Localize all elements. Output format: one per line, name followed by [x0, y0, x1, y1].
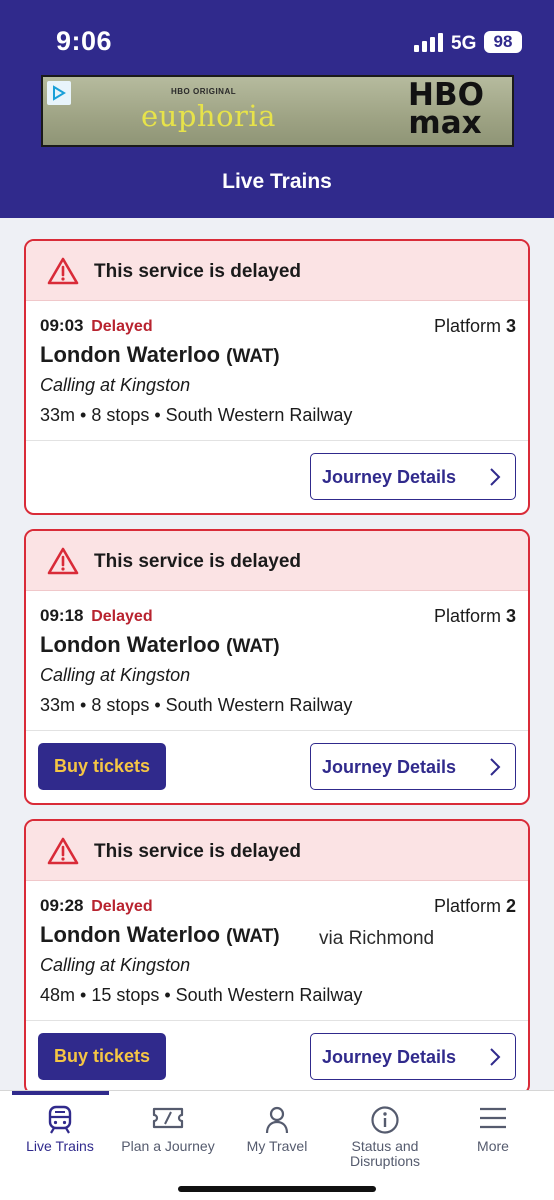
- departure-time: 09:03: [40, 316, 84, 335]
- battery-icon: 98: [484, 31, 522, 53]
- service-card: This service is delayed 09:28 Delayed Pl…: [24, 819, 530, 1095]
- chevron-right-icon: [490, 1048, 501, 1066]
- card-actions: Buy tickets Journey Details: [26, 1021, 528, 1093]
- ad-choices-icon[interactable]: [47, 81, 71, 105]
- warning-icon: [47, 257, 79, 285]
- journey-details-label: Journey Details: [322, 757, 457, 777]
- station-code: (WAT): [226, 636, 280, 657]
- tab-label: More: [477, 1138, 509, 1154]
- ad-small-text: HBO ORIGINAL: [171, 87, 237, 96]
- platform-label: Platform: [433, 606, 501, 626]
- chevron-right-icon: [490, 468, 501, 486]
- tab-label: Plan a Journey: [121, 1138, 215, 1154]
- journey-details-button[interactable]: Journey Details: [310, 743, 516, 790]
- journey-details-button[interactable]: Journey Details: [310, 1033, 516, 1080]
- departure-row: 09:28 Delayed: [40, 896, 153, 916]
- ad-show-title: euphoria: [141, 99, 276, 133]
- destination: London Waterloo (WAT): [40, 632, 280, 658]
- delay-banner-text: This service is delayed: [94, 551, 302, 572]
- via-station: via Richmond: [319, 928, 435, 949]
- destination: London Waterloo (WAT): [40, 922, 280, 948]
- platform: Platform 3: [434, 606, 516, 627]
- train-icon: [48, 1105, 72, 1134]
- departure-row: 09:18 Delayed: [40, 606, 153, 626]
- journey-details-button[interactable]: Journey Details: [310, 453, 516, 500]
- status-delayed: Delayed: [91, 898, 153, 915]
- destination: London Waterloo (WAT): [40, 342, 280, 368]
- status-delayed: Delayed: [91, 608, 153, 625]
- service-info[interactable]: 09:18 Delayed Platform 3 London Waterloo…: [26, 591, 528, 731]
- journey-details-label: Journey Details: [322, 467, 457, 487]
- person-icon: [265, 1106, 289, 1134]
- destination-name: London Waterloo: [40, 632, 221, 657]
- card-actions: Buy tickets Journey Details: [26, 731, 528, 803]
- ad-logo-line2: max: [408, 105, 482, 141]
- departure-row: 09:03 Delayed: [40, 316, 153, 336]
- tab-label: Status and Disruptions: [349, 1138, 421, 1169]
- service-card: This service is delayed 09:18 Delayed Pl…: [24, 529, 530, 805]
- journey-summary: 33m • 8 stops • South Western Railway: [40, 405, 353, 425]
- service-info[interactable]: 09:28 Delayed Platform 2 London Waterloo…: [26, 881, 528, 1021]
- platform-label: Platform: [433, 896, 501, 916]
- app-header: 9:06 5G 98 HBO ORIGINAL euphoria HBO max…: [0, 0, 554, 218]
- buy-tickets-button[interactable]: Buy tickets: [38, 743, 166, 790]
- chevron-right-icon: [490, 758, 501, 776]
- warning-icon: [47, 837, 79, 865]
- calling-at: Calling at Kingston: [40, 665, 191, 685]
- ad-logo: HBO max: [408, 80, 484, 141]
- status-delayed: Delayed: [91, 318, 153, 335]
- journey-details-label: Journey Details: [322, 1047, 457, 1067]
- delay-banner-text: This service is delayed: [94, 261, 302, 282]
- destination-name: London Waterloo: [40, 922, 221, 947]
- departure-time: 09:18: [40, 606, 84, 625]
- tab-label: My Travel: [246, 1138, 308, 1154]
- tab-plan-a-journey[interactable]: Plan a Journey: [112, 1091, 224, 1181]
- destination-name: London Waterloo: [40, 342, 221, 367]
- platform-number: 3: [505, 606, 516, 626]
- bottom-tab-bar: Live Trains Plan a Journey My Travel Sta…: [0, 1090, 554, 1200]
- station-code: (WAT): [226, 346, 280, 367]
- tab-label: Live Trains: [26, 1138, 94, 1154]
- platform: Platform 3: [434, 316, 516, 337]
- status-time: 9:06: [56, 26, 113, 56]
- delay-banner: This service is delayed: [26, 821, 528, 881]
- platform-number: 3: [505, 316, 516, 336]
- card-actions: Journey Details: [26, 441, 528, 513]
- warning-icon: [47, 547, 79, 575]
- tab-more[interactable]: More: [446, 1091, 540, 1181]
- ticket-icon: [152, 1107, 184, 1129]
- calling-at: Calling at Kingston: [40, 375, 191, 395]
- calling-at: Calling at Kingston: [40, 955, 191, 975]
- tab-live-trains[interactable]: Live Trains: [10, 1091, 110, 1181]
- departure-time: 09:28: [40, 896, 84, 915]
- platform-number: 2: [505, 896, 516, 916]
- tab-my-travel[interactable]: My Travel: [228, 1091, 326, 1181]
- delay-banner: This service is delayed: [26, 241, 528, 301]
- platform: Platform 2: [434, 896, 516, 917]
- status-bar: 9:06 5G 98: [0, 0, 554, 66]
- info-icon: [371, 1106, 399, 1134]
- home-indicator[interactable]: [178, 1186, 376, 1192]
- network-type: 5G: [451, 33, 477, 54]
- journey-summary: 48m • 15 stops • South Western Railway: [40, 985, 363, 1005]
- ad-banner[interactable]: HBO ORIGINAL euphoria HBO max: [41, 75, 514, 147]
- menu-icon: [480, 1107, 506, 1129]
- service-info[interactable]: 09:03 Delayed Platform 3 London Waterloo…: [26, 301, 528, 441]
- journey-summary: 33m • 8 stops • South Western Railway: [40, 695, 353, 715]
- page-title: Live Trains: [222, 170, 332, 193]
- delay-banner-text: This service is delayed: [94, 841, 302, 862]
- station-code: (WAT): [226, 926, 280, 947]
- signal-icon: [414, 32, 443, 52]
- buy-tickets-button[interactable]: Buy tickets: [38, 1033, 166, 1080]
- platform-label: Platform: [433, 316, 501, 336]
- tab-status-and-disruptions[interactable]: Status and Disruptions: [330, 1091, 440, 1181]
- delay-banner: This service is delayed: [26, 531, 528, 591]
- service-card: This service is delayed 09:03 Delayed Pl…: [24, 239, 530, 515]
